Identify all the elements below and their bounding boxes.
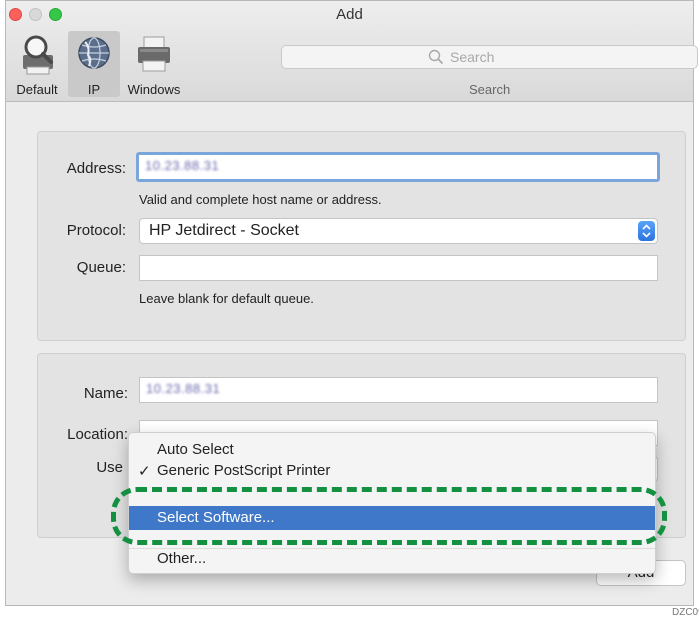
checkmark-icon: ✓ — [138, 463, 151, 480]
titlebar: Add Default IP Windows Search Search — [6, 1, 698, 102]
name-value: 10.23.88.31 — [146, 381, 221, 396]
menu-item-label: Auto Select — [157, 441, 234, 458]
toolbar-ip[interactable]: IP — [68, 31, 120, 97]
search-icon — [428, 49, 444, 65]
search-input[interactable]: Search — [281, 45, 698, 69]
menu-item-label: Other... — [157, 550, 207, 567]
printer-magnifier-icon — [23, 35, 53, 75]
queue-hint: Leave blank for default queue. — [139, 291, 314, 306]
toolbar-windows[interactable]: Windows — [122, 31, 186, 97]
address-hint: Valid and complete host name or address. — [139, 192, 382, 207]
toolbar-default[interactable]: Default — [9, 31, 65, 97]
menu-item-other[interactable]: Other... — [129, 547, 655, 571]
toolbar-ip-label: IP — [87, 82, 101, 97]
protocol-label: Protocol: — [66, 222, 126, 239]
address-field[interactable]: 10.23.88.31 — [136, 152, 660, 182]
address-value: 10.23.88.31 — [145, 158, 220, 173]
queue-field[interactable] — [139, 255, 658, 281]
address-label: Address: — [66, 160, 126, 177]
name-field[interactable]: 10.23.88.31 — [139, 377, 658, 403]
name-label: Name: — [83, 385, 128, 402]
menu-item-generic-postscript[interactable]: ✓ Generic PostScript Printer — [129, 459, 655, 483]
location-label: Location: — [67, 426, 128, 443]
protocol-value: HP Jetdirect - Socket — [149, 222, 299, 239]
window-title: Add — [336, 6, 363, 23]
use-label: Use — [96, 459, 123, 476]
search-placeholder: Search — [450, 49, 495, 65]
queue-label: Queue: — [76, 259, 126, 276]
search-toolbar-label: Search — [469, 82, 511, 97]
callout-highlight-ring — [111, 487, 667, 545]
printer-icon — [138, 36, 170, 72]
toolbar-windows-label: Windows — [127, 82, 181, 97]
chevron-updown-icon — [638, 221, 655, 241]
protocol-select[interactable]: HP Jetdirect - Socket — [139, 218, 658, 244]
toolbar-default-label: Default — [16, 82, 58, 97]
globe-icon — [78, 37, 110, 69]
figure-code: DZC09 — [672, 607, 699, 618]
menu-item-label: Generic PostScript Printer — [157, 462, 331, 479]
